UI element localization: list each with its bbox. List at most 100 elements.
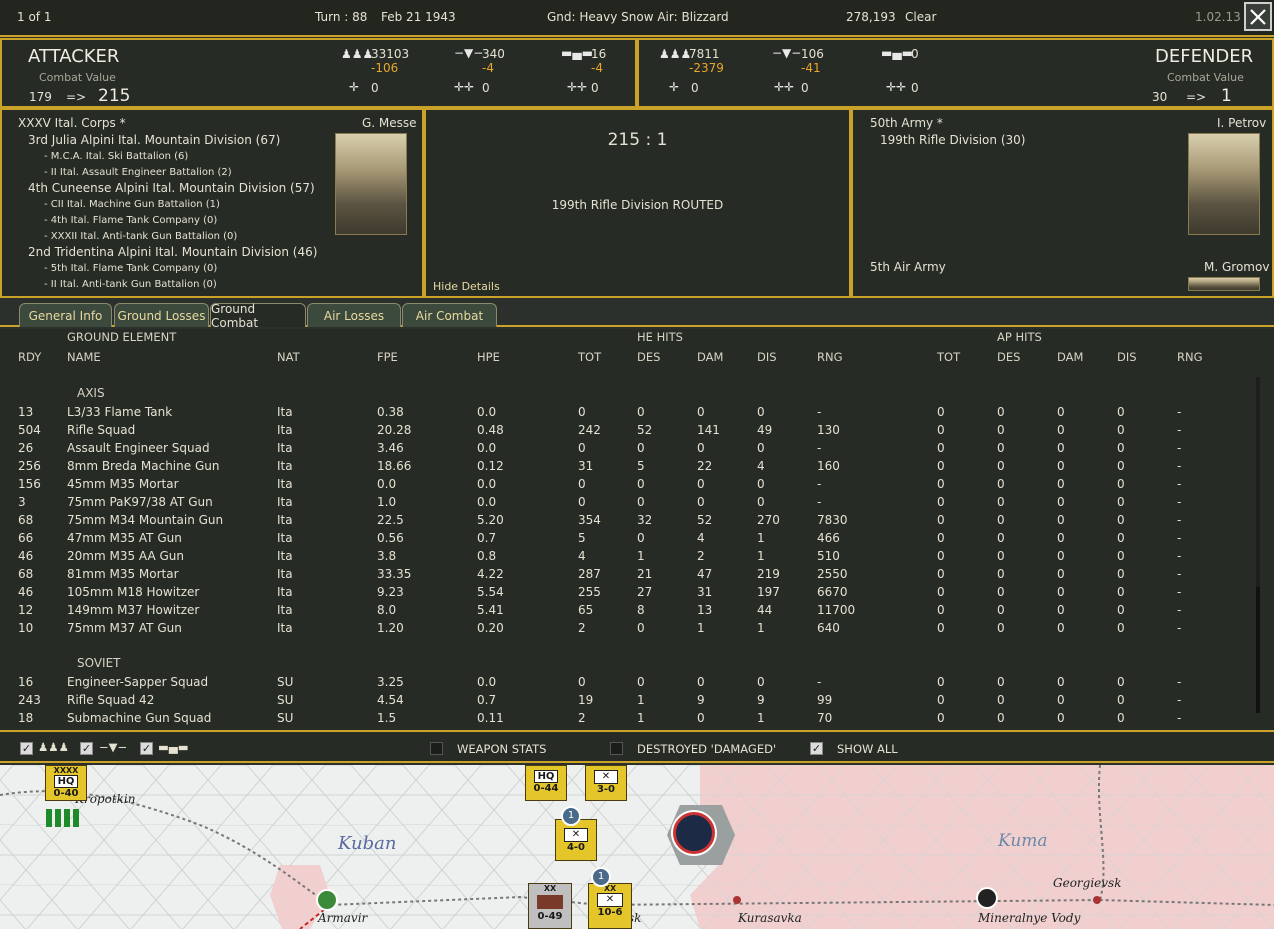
row-he-rng: - [817,495,822,509]
row-ap-dam: 0 [1057,495,1065,509]
tab-air-losses[interactable]: Air Losses [307,303,401,327]
oob-subunit[interactable]: - II Ital. Assault Engineer Battalion (2… [44,167,232,178]
col-header-ap-tot[interactable]: TOT [937,350,960,364]
unit-counter[interactable]: XX ✕ 10-6 [588,883,632,929]
col-header-he-tot[interactable]: TOT [578,350,601,364]
row-ap-dis: 0 [1117,477,1125,491]
col-header-ap-dis[interactable]: DIS [1117,350,1137,364]
row-ap-rng: - [1177,621,1182,635]
filter-guns-checkbox[interactable]: ✓ [80,742,93,755]
row-he-dam: 0 [697,441,705,455]
defender-air3: 0 [911,81,919,95]
row-ap-tot: 0 [937,711,945,725]
tab-air-combat[interactable]: Air Combat [402,303,497,327]
table-scrollbar[interactable] [1256,377,1260,713]
col-header-he-dis[interactable]: DIS [757,350,777,364]
commander-portrait[interactable] [1188,277,1260,291]
row-rdy: 13 [18,405,34,419]
airbase-icon[interactable] [316,889,338,911]
row-ap-dis: 0 [1117,531,1125,545]
attacker-corps[interactable]: XXXV Ital. Corps * [18,116,126,130]
row-he-tot: 0 [578,675,586,689]
col-header-he-des[interactable]: DES [637,350,660,364]
oob-division[interactable]: 2nd Tridentina Alpini Ital. Mountain Div… [28,245,317,259]
col-header-name[interactable]: NAME [67,350,101,364]
close-button[interactable] [1244,2,1272,31]
col-header-ap-dam[interactable]: DAM [1057,350,1083,364]
col-header-ap-rng[interactable]: RNG [1177,350,1203,364]
row-name: 75mm M34 Mountain Gun [67,513,224,527]
show-all-checkbox[interactable]: ✓ [810,742,823,755]
filter-tanks-checkbox[interactable]: ✓ [140,742,153,755]
unit-counter[interactable]: XXXX HQ 0-40 [45,765,87,801]
defender-air-army[interactable]: 5th Air Army [870,260,946,274]
group-axis: AXIS [77,386,105,400]
row-he-tot: 2 [578,621,586,635]
oob-division[interactable]: 4th Cuneense Alpini Ital. Mountain Divis… [28,181,315,195]
col-header-nat[interactable]: NAT [277,350,300,364]
tab-ground-losses[interactable]: Ground Losses [114,303,209,327]
row-rdy: 46 [18,549,34,563]
row-name: Submachine Gun Squad [67,711,212,725]
defender-division[interactable]: 199th Rifle Division (30) [880,133,1025,147]
row-ap-dam: 0 [1057,531,1065,545]
tab-general-info[interactable]: General Info [19,303,112,327]
unit-counter[interactable]: ✕ 4-0 [555,819,597,861]
unit-counter[interactable]: ✕ 3-0 [585,765,627,801]
destroyed-damaged-checkbox[interactable] [610,742,623,755]
col-header-he-rng[interactable]: RNG [817,350,843,364]
row-fpe: 0.56 [377,531,404,545]
oob-subunit[interactable]: - 4th Ital. Flame Tank Company (0) [44,215,217,226]
row-ap-dam: 0 [1057,459,1065,473]
defender-cv-label: Combat Value [1167,71,1244,84]
col-header-ap-des[interactable]: DES [997,350,1020,364]
row-he-des: 21 [637,567,653,581]
fighter-icon: ✛ [669,80,680,94]
unit-counter[interactable]: HQ 0-44 [525,765,567,801]
airbase-icon[interactable] [976,887,998,909]
row-fpe: 0.0 [377,477,397,491]
row-ap-tot: 0 [937,675,945,689]
row-he-dis: 1 [757,711,765,725]
hide-details-link[interactable]: Hide Details [433,280,500,293]
tab-ground-combat[interactable]: Ground Combat [210,302,306,330]
row-he-dam: 0 [697,675,705,689]
row-rdy: 156 [18,477,41,491]
row-he-des: 5 [637,459,645,473]
row-rdy: 12 [18,603,34,617]
col-header-rdy[interactable]: RDY [18,350,41,364]
row-ap-des: 0 [997,495,1005,509]
oob-subunit[interactable]: - II Ital. Anti-tank Gun Battalion (0) [44,279,217,290]
show-all-label: SHOW ALL [837,742,898,756]
filter-men-checkbox[interactable]: ✓ [20,742,33,755]
soviet-unit-icon[interactable] [46,809,82,827]
row-he-tot: 19 [578,693,594,707]
attacker-commander: G. Messe [362,116,417,130]
row-he-rng: 6670 [817,585,848,599]
col-header-he-dam[interactable]: DAM [697,350,723,364]
oob-subunit[interactable]: - CII Ital. Machine Gun Battalion (1) [44,199,220,210]
row-nat: Ita [277,585,293,599]
oob-subunit[interactable]: - M.C.A. Ital. Ski Battalion (6) [44,151,188,162]
map-view[interactable]: Kropotkin Kuban Kuma Armavir Kurasavka G… [0,765,1274,929]
row-ap-rng: - [1177,423,1182,437]
row-he-tot: 354 [578,513,601,527]
commander-portrait[interactable] [1188,133,1260,235]
col-header-fpe[interactable]: FPE [377,350,398,364]
row-he-dam: 9 [697,693,705,707]
scrollbar-thumb[interactable] [1256,587,1260,713]
enemy-tank-marker-icon[interactable] [673,812,715,854]
oob-subunit[interactable]: - 5th Ital. Flame Tank Company (0) [44,263,217,274]
row-hpe: 0.7 [477,531,497,545]
defender-army[interactable]: 50th Army * [870,116,943,130]
row-ap-des: 0 [997,603,1005,617]
unit-counter[interactable]: XX 0-49 [528,883,572,929]
oob-division[interactable]: 3rd Julia Alpini Ital. Mountain Division… [28,133,280,147]
weapon-stats-checkbox[interactable] [430,742,443,755]
row-ap-rng: - [1177,441,1182,455]
row-ap-rng: - [1177,459,1182,473]
oob-subunit[interactable]: - XXXII Ital. Anti-tank Gun Battalion (0… [44,231,237,242]
col-header-hpe[interactable]: HPE [477,350,500,364]
tank-icon: ▬▄▬ [561,46,593,60]
commander-portrait[interactable] [335,133,407,235]
